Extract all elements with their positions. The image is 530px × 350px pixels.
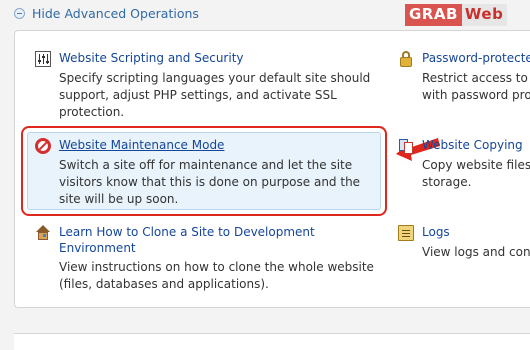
website-maintenance-mode-link[interactable]: Website Maintenance Mode [59,137,224,153]
website-copying-link[interactable]: Website Copying [422,137,523,153]
scripting-desc-line: support, adjust PHP settings, and activa… [59,88,337,102]
password-protected-link[interactable]: Password-protecte [422,50,530,66]
item-logs: Logs View logs and conf [398,224,530,261]
clone-desc-line: (files, databases and applications). [59,277,269,291]
lock-icon [398,51,414,67]
hide-advanced-operations-toggle[interactable]: Hide Advanced Operations [14,3,199,23]
clone-desc-line: View instructions on how to clone the wh… [59,260,374,274]
clone-site-link[interactable]: Learn How to Clone a Site to Development… [59,224,315,256]
watermark-part1: GRAB [405,4,462,26]
clone-title-line: Learn How to Clone a Site to Development [59,225,315,239]
item-website-maintenance: Website Maintenance Mode Switch a site o… [35,137,375,208]
password-desc-line: Restrict access to s [422,71,530,85]
logs-icon [398,225,414,241]
item-clone-site: Learn How to Clone a Site to Development… [35,224,375,293]
grabweb-watermark-logo: GRAB Web [405,4,508,26]
copy-icon [398,138,414,154]
item-password-protected: Password-protecte Restrict access to s w… [398,50,530,104]
password-desc-line: with password protc [422,88,530,102]
maintenance-desc-line: site will be up soon. [59,192,179,206]
item-website-copying: Website Copying Copy website files stora… [398,137,530,191]
next-section-panel [14,333,530,350]
scripting-desc-line: Specify scripting languages your default… [59,71,371,85]
collapse-icon [14,7,25,19]
scripting-desc-line: protection. [59,105,125,119]
maintenance-desc-line: visitors know that this is done on purpo… [59,175,361,189]
settings-sliders-icon [35,51,51,67]
logs-link[interactable]: Logs [422,224,450,240]
watermark-part2: Web [461,4,508,26]
house-icon [35,225,51,241]
logs-desc-line: View logs and conf [422,245,530,259]
advanced-operations-panel: Website Scripting and Security Specify s… [14,30,530,308]
maintenance-desc-line: Switch a site off for maintenance and le… [59,158,353,172]
no-entry-icon [35,138,51,154]
clone-title-line: Environment [59,241,136,255]
copying-desc-line: Copy website files [422,158,530,172]
copying-desc-line: storage. [422,175,472,189]
toggle-label: Hide Advanced Operations [32,5,199,21]
item-website-scripting: Website Scripting and Security Specify s… [35,50,375,121]
scripting-security-link[interactable]: Website Scripting and Security [59,50,244,66]
